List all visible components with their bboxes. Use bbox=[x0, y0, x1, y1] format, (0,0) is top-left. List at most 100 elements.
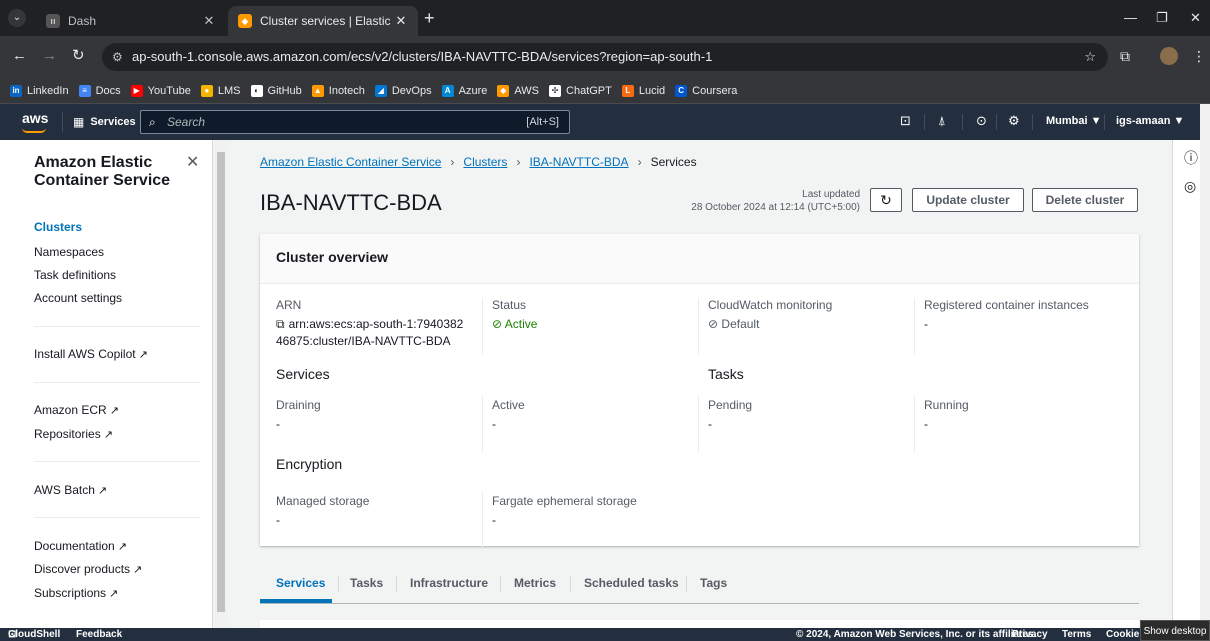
terms-link[interactable]: Terms bbox=[1062, 628, 1091, 641]
bookmark-youtube[interactable]: ▶ YouTube bbox=[130, 84, 191, 97]
forward-icon[interactable]: → bbox=[42, 48, 57, 64]
minimize-icon[interactable]: — bbox=[1124, 10, 1137, 25]
menu-kebab-icon[interactable]: ⋮ bbox=[1192, 48, 1206, 65]
services-menu-button[interactable]: ▦ Services bbox=[62, 112, 136, 132]
breadcrumb-clusters-link[interactable]: Clusters bbox=[463, 155, 507, 169]
aws-favicon-icon: ◆ bbox=[238, 14, 252, 28]
close-window-icon[interactable]: ✕ bbox=[1190, 10, 1201, 26]
tab-scheduled-tasks[interactable]: Scheduled tasks bbox=[584, 576, 679, 590]
breadcrumb-ecs-link[interactable]: Amazon Elastic Container Service bbox=[260, 155, 441, 169]
site-info-icon[interactable]: ⚙ bbox=[112, 43, 123, 71]
restore-icon[interactable]: ❐ bbox=[1156, 10, 1168, 26]
sidebar-item-account-settings[interactable]: Account settings bbox=[34, 291, 122, 305]
account-menu[interactable]: igs-amaan ▼ bbox=[1116, 115, 1184, 127]
arn-label: ARN bbox=[276, 298, 302, 312]
bookmark-github[interactable]: ◐ GitHub bbox=[250, 84, 302, 97]
devops-icon: ◢ bbox=[374, 84, 387, 97]
tab-metrics[interactable]: Metrics bbox=[514, 576, 556, 590]
help-icon[interactable]: ⊙ bbox=[976, 113, 987, 129]
sidebar-item-repositories[interactable]: Repositories ↗ bbox=[34, 427, 113, 441]
new-tab-icon[interactable]: + bbox=[424, 9, 435, 27]
close-tab-icon[interactable]: ✕ bbox=[202, 13, 216, 29]
tab-tags[interactable]: Tags bbox=[700, 576, 727, 590]
close-sidebar-icon[interactable]: ✕ bbox=[186, 152, 199, 172]
reload-icon[interactable]: ↻ bbox=[72, 48, 85, 64]
external-link-icon: ↗ bbox=[138, 349, 148, 361]
browser-tab-dash[interactable]: ıı Dash ✕ bbox=[36, 6, 226, 36]
info-icon[interactable]: ⓘ bbox=[1184, 148, 1198, 168]
cloudwatch-value: ⊘ Default bbox=[708, 316, 759, 333]
settings-gear-icon[interactable]: ⚙ bbox=[1008, 113, 1020, 129]
sidebar-scrollbar[interactable] bbox=[215, 140, 227, 628]
bookmark-azure[interactable]: A Azure bbox=[441, 84, 487, 97]
tab-tasks[interactable]: Tasks bbox=[350, 576, 383, 590]
tab-search-icon[interactable]: ⌄ bbox=[8, 9, 26, 27]
feedback-link[interactable]: Feedback bbox=[76, 628, 122, 641]
sidebar-scroll-thumb[interactable] bbox=[217, 152, 225, 612]
tab-infrastructure[interactable]: Infrastructure bbox=[410, 576, 488, 590]
bookmark-label: LinkedIn bbox=[27, 84, 69, 97]
delete-cluster-button[interactable]: Delete cluster bbox=[1032, 188, 1138, 212]
status-label: Status bbox=[492, 298, 527, 312]
cloudshell-icon[interactable]: ⊡ bbox=[900, 113, 911, 129]
bookmark-coursera[interactable]: C Coursera bbox=[675, 84, 737, 97]
cookie-link[interactable]: Cookie bbox=[1106, 628, 1139, 641]
region-selector[interactable]: Mumbai ▼ bbox=[1046, 115, 1102, 127]
back-icon[interactable]: ← bbox=[12, 48, 27, 64]
bookmark-label: LMS bbox=[217, 84, 241, 97]
bookmark-lms[interactable]: ● LMS bbox=[200, 84, 241, 97]
bookmark-devops[interactable]: ◢ DevOps bbox=[374, 84, 432, 97]
breadcrumb-cluster-link[interactable]: IBA-NAVTTC-BDA bbox=[529, 155, 628, 169]
check-circle-icon: ⊘ bbox=[492, 317, 503, 331]
search-input[interactable]: ⌕ Search [Alt+S] bbox=[140, 110, 570, 134]
youtube-icon: ▶ bbox=[130, 84, 143, 97]
copy-icon[interactable]: ⧉ bbox=[276, 317, 285, 331]
coursera-icon: C bbox=[675, 84, 688, 97]
tab-services[interactable]: Services bbox=[276, 576, 325, 590]
sidebar-item-namespaces[interactable]: Namespaces bbox=[34, 245, 104, 259]
bookmark-chatgpt[interactable]: ✣ ChatGPT bbox=[549, 84, 612, 97]
sidebar-item-task-definitions[interactable]: Task definitions bbox=[34, 268, 116, 282]
url-input[interactable]: ⚙ ap-south-1.console.aws.amazon.com/ecs/… bbox=[102, 43, 1108, 71]
address-bar-row: ← → ↻ ⚙ ap-south-1.console.aws.amazon.co… bbox=[0, 36, 1210, 78]
privacy-link[interactable]: Privacy bbox=[1012, 628, 1048, 641]
aws-logo[interactable]: aws bbox=[22, 110, 48, 133]
notifications-bell-icon[interactable]: ⍋ bbox=[938, 113, 946, 129]
browser-tab-ecs[interactable]: ◆ Cluster services | Elastic Contain ✕ bbox=[228, 6, 418, 36]
profile-avatar[interactable] bbox=[1160, 47, 1178, 65]
discover-label: Discover products bbox=[34, 562, 131, 576]
bookmark-inotech[interactable]: ▲ Inotech bbox=[311, 84, 365, 97]
sidebar-item-documentation[interactable]: Documentation ↗ bbox=[34, 539, 127, 553]
sidebar-item-amazon-ecr[interactable]: Amazon ECR ↗ bbox=[34, 403, 119, 417]
bookmark-label: AWS bbox=[514, 84, 540, 97]
services-panel bbox=[260, 620, 1139, 628]
update-cluster-button[interactable]: Update cluster bbox=[912, 188, 1024, 212]
chevron-right-icon: › bbox=[637, 155, 642, 169]
bookmark-lucid[interactable]: L Lucid bbox=[621, 84, 665, 97]
sidebar-title: Amazon Elastic Container Service bbox=[34, 154, 171, 189]
sidebar-item-aws-batch[interactable]: AWS Batch ↗ bbox=[34, 483, 107, 497]
sidebar-item-install-copilot[interactable]: Install AWS Copilot ↗ bbox=[34, 347, 148, 361]
card-header: Cluster overview bbox=[260, 234, 1139, 284]
tab-title: Cluster services | Elastic Contain bbox=[260, 14, 394, 28]
bookmark-aws[interactable]: ◆ AWS bbox=[497, 84, 540, 97]
sidebar-item-subscriptions[interactable]: Subscriptions ↗ bbox=[34, 586, 118, 600]
cloudwatch-label: CloudWatch monitoring bbox=[708, 298, 833, 312]
refresh-button[interactable]: ↻ bbox=[870, 188, 902, 212]
page-scrollbar[interactable] bbox=[1200, 104, 1210, 628]
bookmark-star-icon[interactable]: ☆ bbox=[1084, 43, 1096, 71]
sidebar-item-discover-products[interactable]: Discover products ↗ bbox=[34, 562, 142, 576]
status-circle-icon[interactable]: ◎ bbox=[1184, 178, 1196, 195]
close-tab-icon[interactable]: ✕ bbox=[394, 13, 408, 29]
bookmark-docs[interactable]: ≡ Docs bbox=[78, 84, 121, 97]
tasks-section-title: Tasks bbox=[708, 366, 744, 382]
managed-storage-label: Managed storage bbox=[276, 494, 370, 508]
extensions-icon[interactable]: ⧉ bbox=[1120, 48, 1130, 65]
bookmark-label: Docs bbox=[95, 84, 121, 97]
grid-icon: ▦ bbox=[73, 115, 85, 129]
sidebar-item-clusters[interactable]: Clusters bbox=[34, 220, 82, 234]
bookmark-linkedin[interactable]: in LinkedIn bbox=[10, 84, 69, 97]
last-updated-value: 28 October 2024 at 12:14 (UTC+5:00) bbox=[691, 202, 860, 213]
show-desktop-button[interactable]: Show desktop bbox=[1140, 620, 1210, 641]
chevron-right-icon: › bbox=[516, 155, 521, 169]
